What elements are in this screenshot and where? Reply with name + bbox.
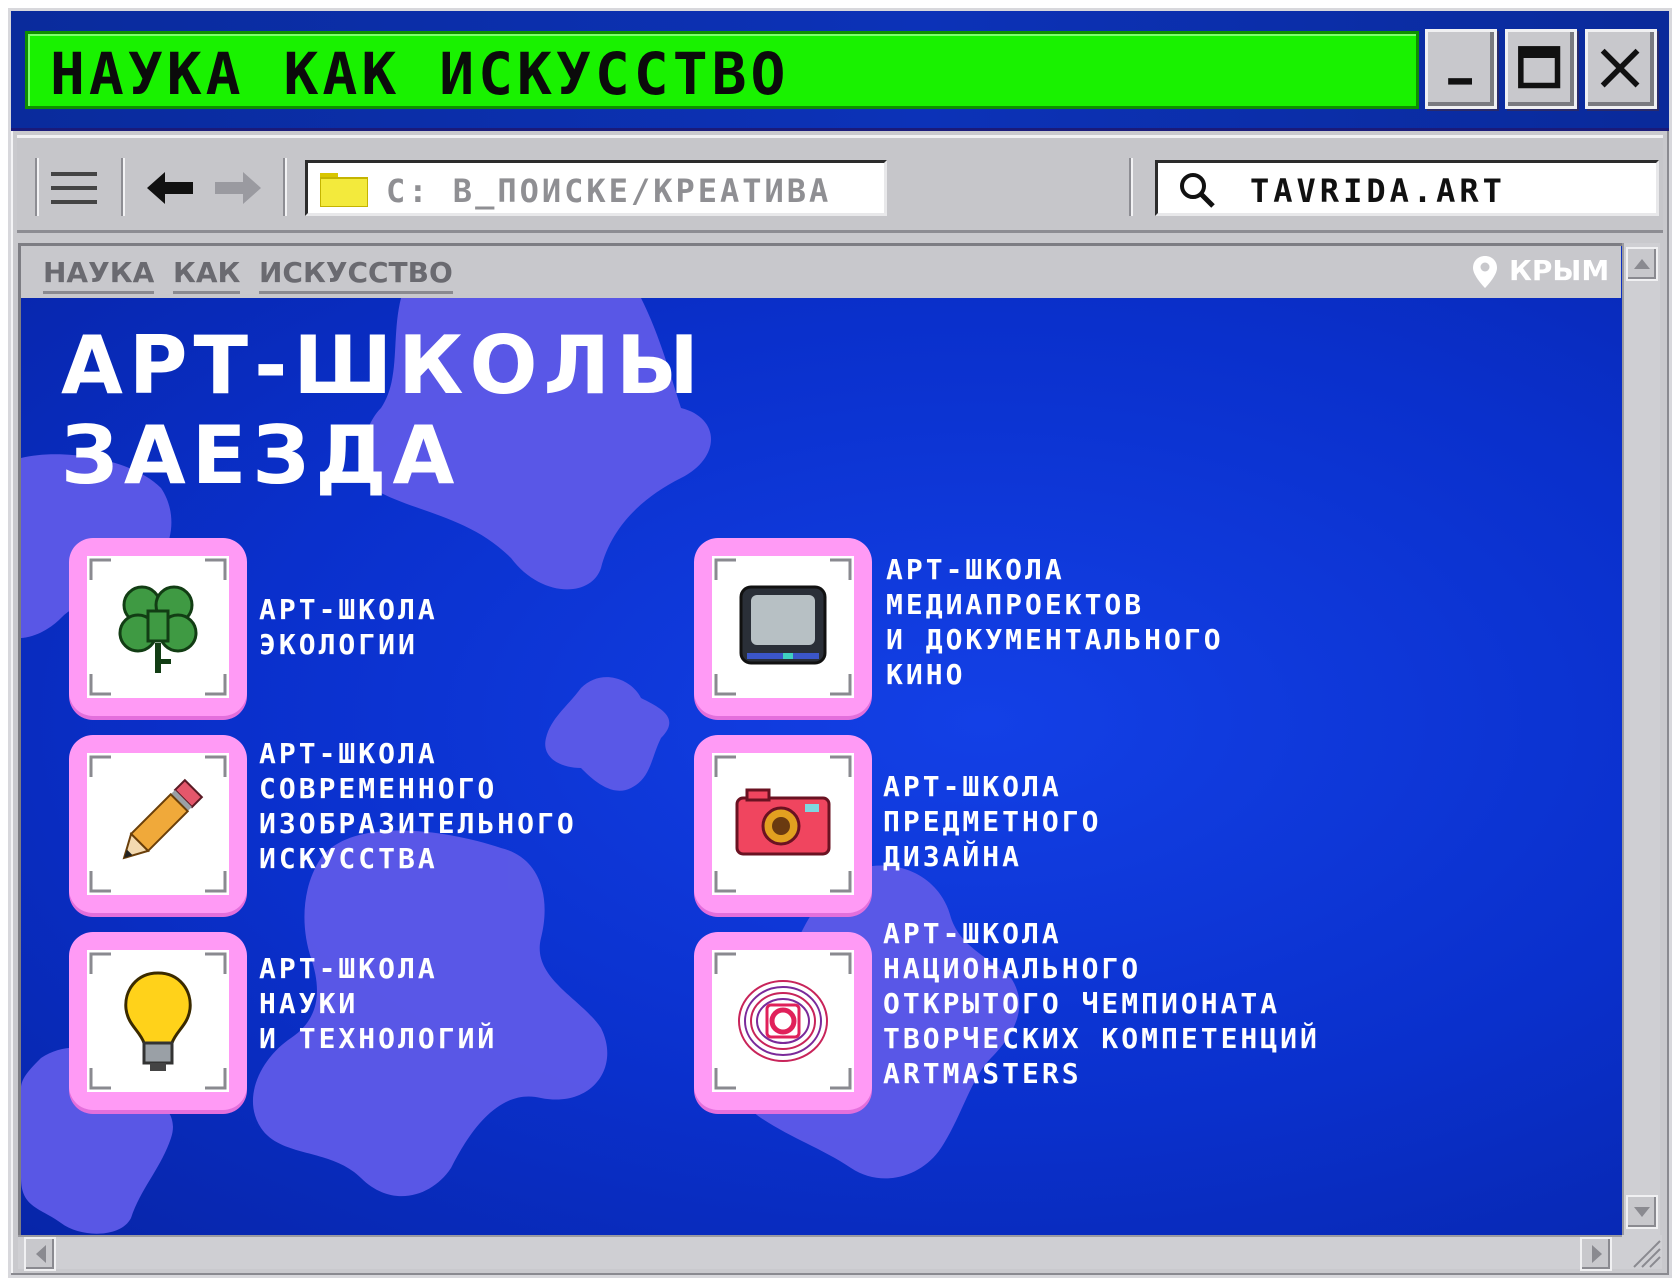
close-icon (1600, 48, 1640, 88)
nav-link-iskusstvo[interactable]: ИСКУССТВО (259, 256, 453, 294)
toolbar-separator (121, 158, 125, 216)
school-tile-artmasters[interactable] (694, 932, 872, 1110)
school-label-design: АРТ-ШКОЛА ПРЕДМЕТНОГО ДИЗАЙНА (883, 770, 1102, 873)
scroll-down-button[interactable] (1626, 1195, 1658, 1229)
triangle-up-icon (1634, 259, 1650, 269)
scroll-right-button[interactable] (1580, 1237, 1612, 1271)
scroll-up-button[interactable] (1626, 247, 1658, 281)
window-title: НАУКА КАК ИСКУССТВО (50, 40, 790, 108)
minimize-button[interactable] (1425, 29, 1497, 109)
search-icon (1180, 173, 1215, 208)
school-tile-fine-art[interactable] (69, 735, 247, 913)
toolbar-separator (35, 158, 39, 216)
camera-icon (735, 788, 831, 856)
page-heading-line2: ЗАЕЗДА (61, 409, 461, 502)
scroll-left-button[interactable] (24, 1237, 56, 1271)
vertical-scrollbar[interactable] (1622, 243, 1660, 1235)
arrow-left-icon[interactable] (147, 168, 197, 208)
minimize-icon (1448, 78, 1472, 85)
maximize-icon (1518, 46, 1561, 89)
lightbulb-icon (124, 971, 192, 1071)
search-field[interactable]: TAVRIDA.ART (1155, 160, 1659, 216)
tv-icon (739, 585, 827, 665)
title-field: НАУКА КАК ИСКУССТВО (25, 31, 1419, 109)
clover-icon (118, 585, 198, 673)
close-button[interactable] (1585, 29, 1657, 109)
content-frame: НАУКА КАК ИСКУССТВО КРЫМ АРТ-ШКОЛЫ ЗАЕЗД… (18, 243, 1622, 1235)
artmasters-logo-icon (738, 980, 828, 1062)
horizontal-scrollbar[interactable] (18, 1235, 1622, 1271)
school-tile-ecology[interactable] (69, 538, 247, 716)
school-label-ecology: АРТ-ШКОЛА ЭКОЛОГИИ (259, 593, 438, 661)
resize-grip-icon[interactable] (1622, 1235, 1662, 1269)
content-canvas: АРТ-ШКОЛЫ ЗАЕЗДА АРТ-ШКОЛА ЭКОЛОГИИ АРТ-… (21, 298, 1622, 1235)
arrow-right-icon[interactable] (211, 168, 261, 208)
address-path-text: С: В_ПОИСКЕ/КРЕАТИВА (386, 172, 832, 210)
hamburger-menu-icon[interactable] (51, 172, 97, 208)
title-bar: НАУКА КАК ИСКУССТВО (11, 11, 1669, 131)
nav-link-kak[interactable]: КАК (173, 256, 241, 294)
pencil-icon (122, 778, 204, 860)
triangle-right-icon (1592, 1245, 1602, 1263)
triangle-left-icon (36, 1245, 46, 1263)
location-text: КРЫМ (1509, 254, 1610, 287)
school-label-science: АРТ-ШКОЛА НАУКИ И ТЕХНОЛОГИЙ (259, 952, 498, 1055)
school-label-media: АРТ-ШКОЛА МЕДИАПРОЕКТОВ И ДОКУМЕНТАЛЬНОГ… (886, 553, 1224, 691)
nav-link-nauka[interactable]: НАУКА (43, 256, 155, 294)
toolbar: С: В_ПОИСКЕ/КРЕАТИВА TAVRIDA.ART (17, 135, 1663, 233)
maximize-button[interactable] (1505, 29, 1577, 109)
school-tile-design[interactable] (694, 735, 872, 913)
school-tile-science[interactable] (69, 932, 247, 1110)
school-tile-media[interactable] (694, 538, 872, 716)
address-path-field[interactable]: С: В_ПОИСКЕ/КРЕАТИВА (305, 160, 887, 216)
school-label-artmasters: АРТ-ШКОЛА НАЦИОНАЛЬНОГО ОТКРЫТОГО ЧЕМПИО… (883, 917, 1320, 1090)
page-heading-line1: АРТ-ШКОЛЫ (61, 319, 705, 412)
breadcrumb-nav: НАУКА КАК ИСКУССТВО КРЫМ (21, 246, 1621, 298)
toolbar-separator (1129, 158, 1133, 216)
search-value: TAVRIDA.ART (1250, 172, 1506, 210)
toolbar-separator (283, 158, 287, 216)
triangle-down-icon (1634, 1207, 1650, 1217)
map-pin-icon (1473, 256, 1497, 288)
school-label-fine-art: АРТ-ШКОЛА СОВРЕМЕННОГО ИЗОБРАЗИТЕЛЬНОГО … (259, 737, 577, 875)
folder-icon (320, 173, 368, 207)
